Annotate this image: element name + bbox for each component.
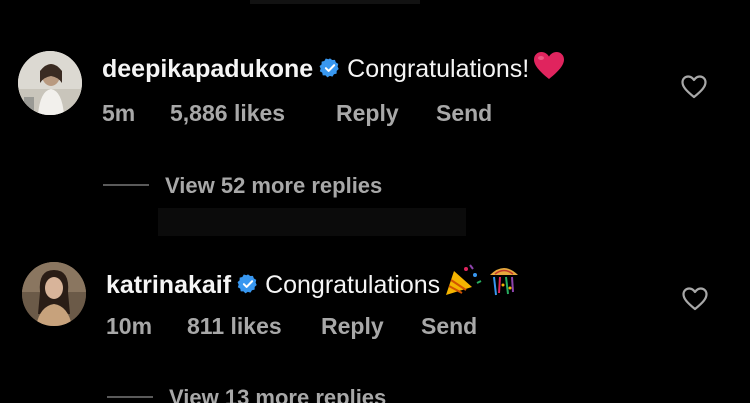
view-replies-link[interactable]: View 52 more replies bbox=[103, 172, 382, 200]
replies-divider bbox=[103, 184, 149, 186]
comment-text: Congratulations bbox=[265, 271, 441, 299]
comment-meta: 5m 5,886 likes Reply Send bbox=[102, 99, 492, 127]
view-replies-label: View 13 more replies bbox=[169, 385, 387, 403]
reply-button[interactable]: Reply bbox=[321, 312, 421, 340]
comment-meta: 10m 811 likes Reply Send bbox=[106, 312, 477, 340]
comment-line: katrinakaif Congratulations bbox=[106, 263, 522, 304]
confetti-ball-icon bbox=[486, 263, 522, 304]
replies-divider bbox=[107, 396, 153, 398]
party-popper-icon bbox=[444, 263, 482, 304]
comments-screen: deepikapadukone Congratulations! 5m 5,886 … bbox=[0, 0, 750, 403]
reply-button[interactable]: Reply bbox=[336, 99, 436, 127]
likes-count[interactable]: 811 likes bbox=[187, 312, 321, 340]
previous-comment-edge bbox=[250, 0, 420, 4]
comment-time: 5m bbox=[102, 100, 136, 126]
send-button[interactable]: Send bbox=[421, 312, 477, 340]
username[interactable]: katrinakaif bbox=[106, 271, 231, 299]
comment-time: 10m bbox=[106, 313, 153, 339]
separator-band bbox=[158, 208, 466, 236]
likes-count[interactable]: 5,886 likes bbox=[170, 99, 336, 127]
username[interactable]: deepikapadukone bbox=[102, 55, 313, 83]
comment-text: Congratulations! bbox=[347, 55, 530, 83]
avatar[interactable] bbox=[22, 262, 86, 326]
view-replies-link[interactable]: View 13 more replies bbox=[107, 384, 386, 403]
like-heart-icon[interactable] bbox=[681, 75, 707, 104]
verified-badge-icon bbox=[319, 56, 341, 86]
avatar[interactable] bbox=[18, 51, 82, 115]
comment-line: deepikapadukone Congratulations! bbox=[102, 51, 565, 88]
verified-badge-icon bbox=[237, 272, 259, 302]
send-button[interactable]: Send bbox=[436, 99, 492, 127]
view-replies-label: View 52 more replies bbox=[165, 173, 383, 198]
like-heart-icon[interactable] bbox=[682, 287, 708, 316]
red-heart-icon bbox=[533, 51, 565, 88]
